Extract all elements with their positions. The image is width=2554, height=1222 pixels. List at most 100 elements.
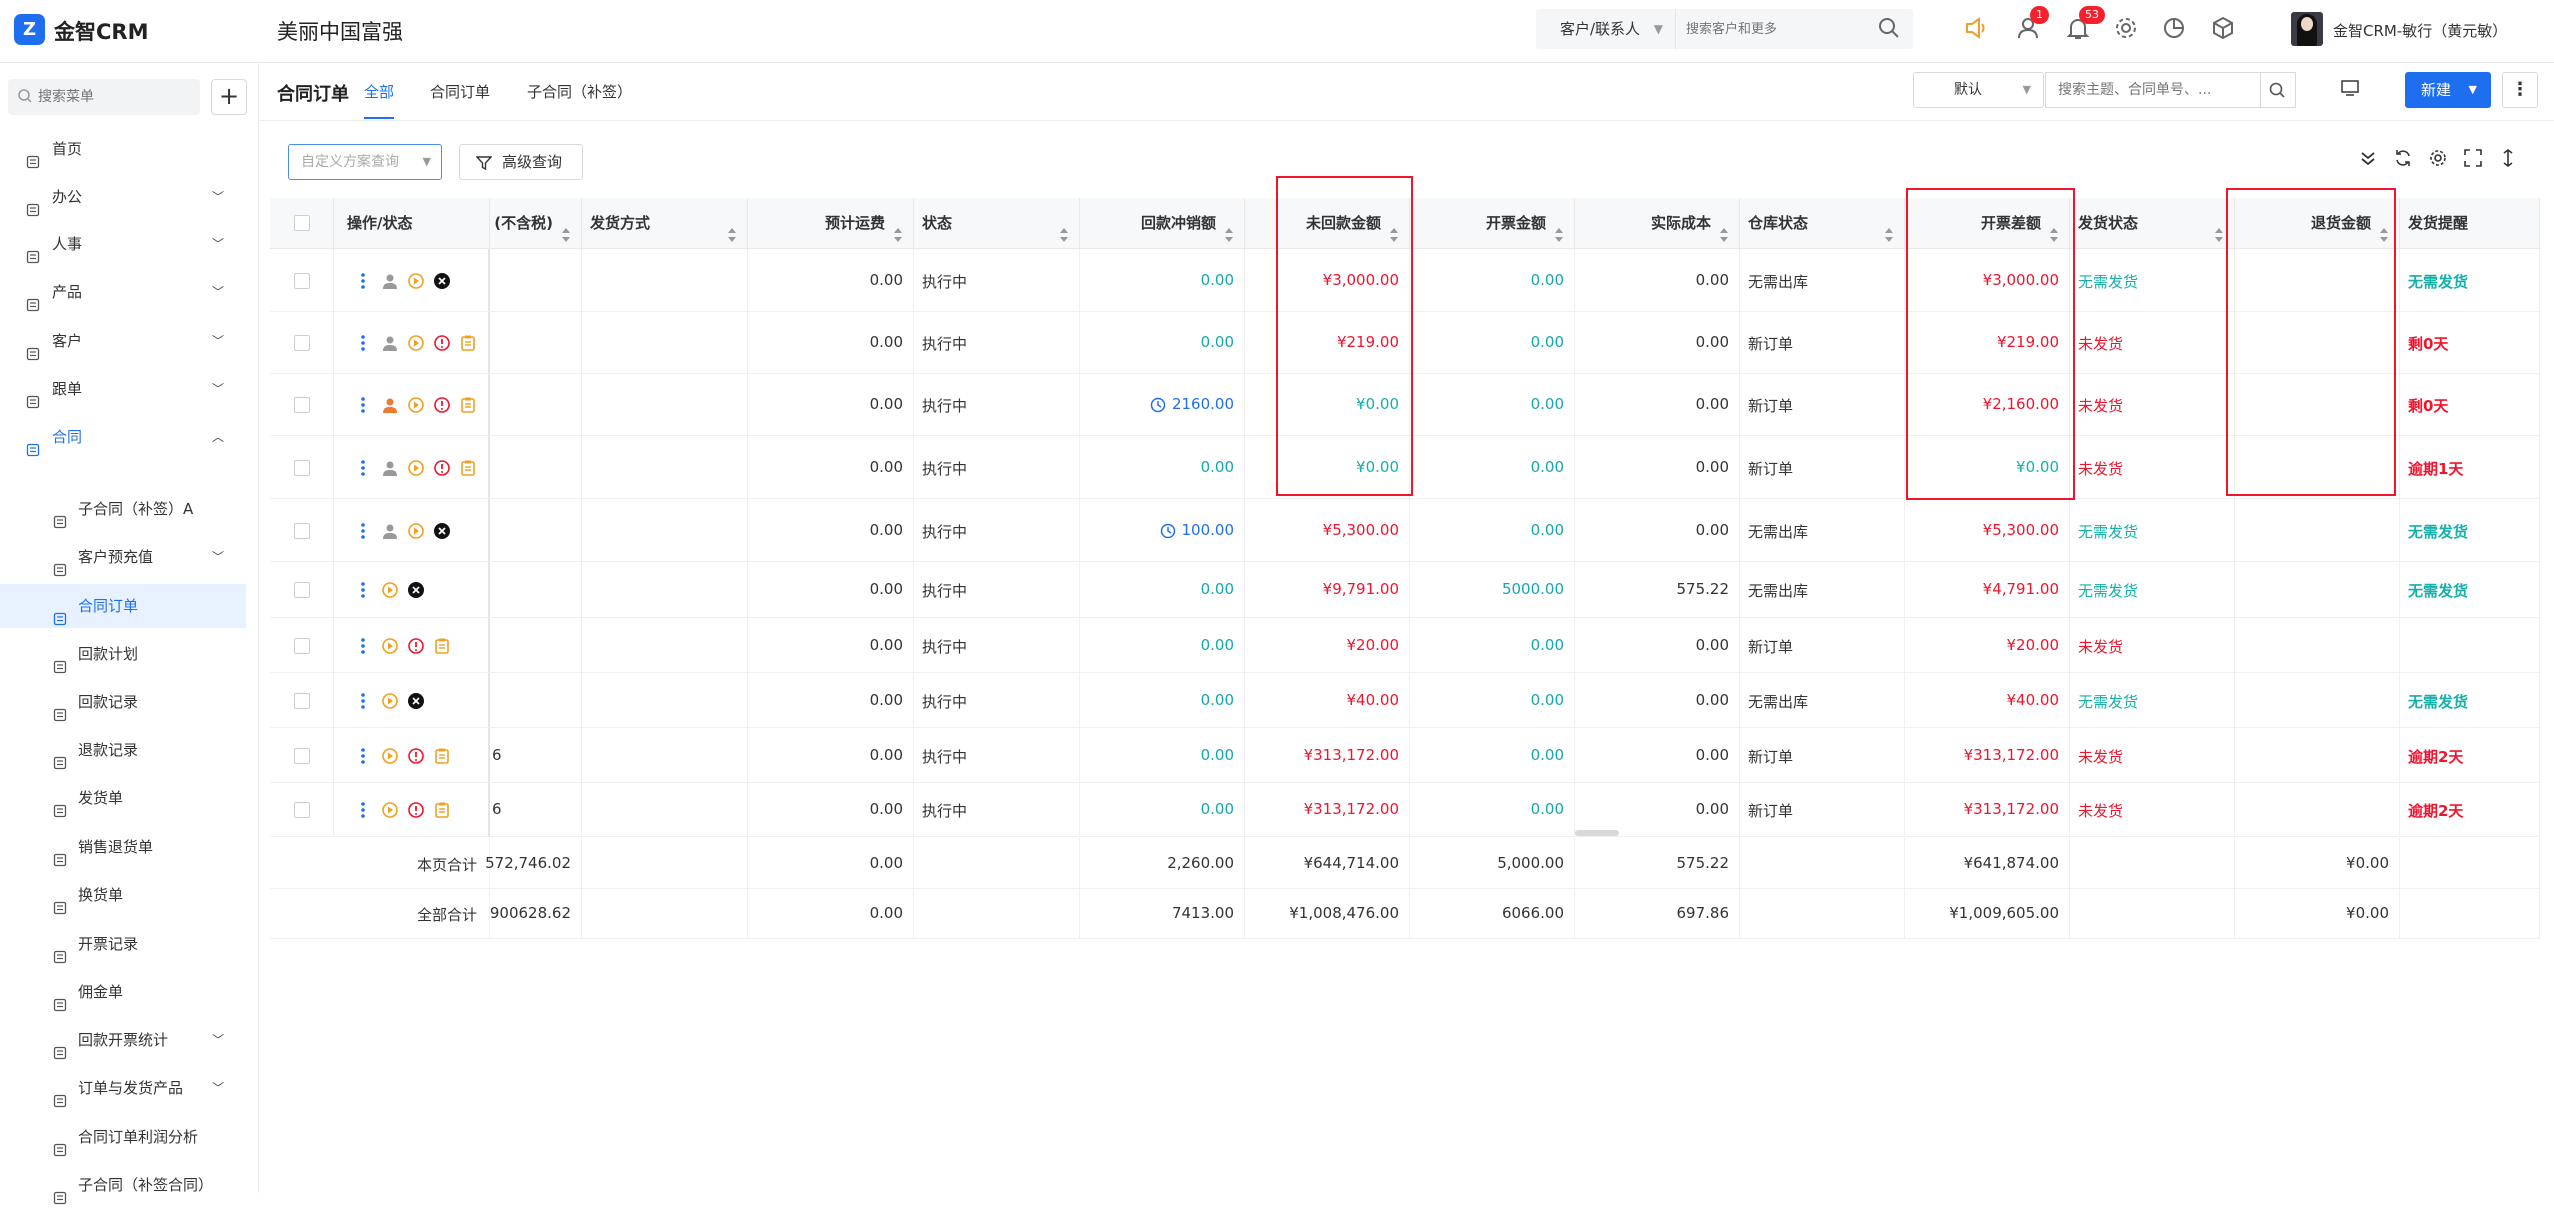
tab-sub-contract[interactable]: 子合同（补签） (527, 81, 632, 102)
column-header-7[interactable]: 未回款金额 (1245, 198, 1410, 249)
fullscreen-icon[interactable] (2463, 148, 2485, 170)
sidebar-item-4[interactable]: 客户 ﹀ (0, 319, 246, 363)
sort-icon[interactable] (1719, 214, 1729, 242)
search-scope-select[interactable]: 客户/联系人 ▼ (1536, 9, 1676, 49)
column-header-8[interactable]: 开票金额 (1410, 198, 1575, 249)
sidebar-item-11[interactable]: 回款记录 (0, 680, 246, 724)
sidebar-item-8[interactable]: 客户预充值 ﹀ (0, 535, 246, 579)
row-checkbox[interactable] (294, 747, 310, 764)
column-header-13[interactable]: 退货金额 (2235, 198, 2400, 249)
tab-contract-order[interactable]: 合同订单 (430, 81, 490, 102)
row-checkbox[interactable] (294, 692, 310, 709)
column-header-3[interactable]: 发货方式 (582, 198, 748, 249)
column-header-2[interactable]: (不含税) (490, 198, 582, 249)
sort-icon[interactable] (1389, 214, 1399, 242)
column-header-4[interactable]: 预计运费 (748, 198, 914, 249)
list-search-input[interactable] (2045, 72, 2261, 108)
view-select[interactable]: 默认 ▼ (1913, 72, 2044, 108)
column-header-9[interactable]: 实际成本 (1575, 198, 1740, 249)
collapse-icon[interactable] (2358, 148, 2380, 170)
scheme-select[interactable]: 自定义方案查询 ▼ (288, 144, 442, 180)
sidebar-item-18[interactable]: 回款开票统计 ﹀ (0, 1018, 246, 1062)
row-checkbox[interactable] (294, 459, 310, 476)
chevron-down-icon[interactable]: ﹀ (212, 270, 224, 314)
sort-icon[interactable] (1224, 214, 1234, 242)
sidebar-item-21[interactable]: 子合同（补签合同） (0, 1163, 246, 1207)
chevron-down-icon[interactable]: ﹀ (212, 535, 224, 579)
gear-icon[interactable] (2113, 15, 2141, 43)
sidebar-item-12[interactable]: 退款记录 (0, 728, 246, 772)
sidebar-item-14[interactable]: 销售退货单 (0, 825, 246, 869)
sidebar-item-2[interactable]: 人事 ﹀ (0, 222, 246, 266)
horizontal-scroll-handle[interactable] (1575, 830, 1619, 836)
sort-icon[interactable] (1554, 214, 1564, 242)
row-checkbox[interactable] (294, 522, 310, 539)
search-icon[interactable] (1878, 17, 1904, 43)
cell-value: 执行中 (922, 582, 968, 600)
row-checkbox[interactable] (294, 802, 310, 818)
sidebar-item-7[interactable]: 子合同（补签）A (0, 487, 246, 531)
row-checkbox[interactable] (294, 272, 310, 289)
menu-search-input[interactable] (38, 86, 188, 108)
sort-icon[interactable] (1059, 214, 1069, 242)
select-all-checkbox[interactable] (294, 215, 310, 231)
sidebar-item-5[interactable]: 跟单 ﹀ (0, 367, 246, 411)
monitor-icon[interactable] (2340, 78, 2362, 100)
pie-chart-icon[interactable] (2161, 15, 2189, 43)
sidebar-item-17[interactable]: 佣金单 (0, 970, 246, 1014)
column-header-12[interactable]: 发货状态 (2070, 198, 2235, 249)
user-name[interactable]: 金智CRM-敏行（黄元敏） (2333, 20, 2507, 41)
more-vertical-icon[interactable]: ⋮ (2502, 72, 2538, 108)
refresh-icon[interactable] (2393, 148, 2415, 170)
bell-icon[interactable]: 53 (2065, 6, 2105, 43)
advanced-search-button[interactable]: 高级查询 (459, 144, 583, 180)
sidebar-item-19[interactable]: 订单与发货产品 ﹀ (0, 1066, 246, 1110)
search-button[interactable] (2260, 72, 2296, 108)
row-checkbox[interactable] (294, 397, 310, 413)
new-button[interactable]: 新建 ▼ (2405, 72, 2491, 108)
row-checkbox[interactable] (294, 335, 310, 351)
column-header-5[interactable]: 状态 (914, 198, 1080, 249)
chevron-down-icon[interactable]: ﹀ (212, 319, 224, 363)
chevron-up-icon[interactable]: ︿ (212, 415, 224, 459)
sidebar-item-20[interactable]: 合同订单利润分析 (0, 1115, 246, 1159)
cube-icon[interactable] (2210, 15, 2238, 43)
app-name[interactable]: 金智CRM (54, 16, 148, 46)
row-checkbox[interactable] (294, 637, 310, 654)
sidebar-item-1[interactable]: 办公 ﹀ (0, 175, 246, 219)
settings-icon[interactable] (2428, 148, 2450, 170)
sidebar-item-6[interactable]: 合同 ︿ (0, 415, 246, 459)
row-checkbox[interactable] (294, 582, 310, 598)
chevron-down-icon[interactable]: ﹀ (212, 222, 224, 266)
column-header-10[interactable]: 仓库状态 (1740, 198, 1905, 249)
chevron-down-icon[interactable]: ﹀ (212, 1066, 224, 1110)
sort-icon[interactable] (727, 214, 737, 242)
sort-icon[interactable] (2049, 214, 2059, 242)
chevron-down-icon[interactable]: ﹀ (212, 1018, 224, 1062)
sort-icon[interactable] (1884, 214, 1894, 242)
sidebar-item-0[interactable]: 首页 (0, 127, 246, 171)
sidebar-item-16[interactable]: 开票记录 (0, 922, 246, 966)
sidebar-item-3[interactable]: 产品 ﹀ (0, 270, 246, 314)
z-logo-icon[interactable]: Z (14, 14, 45, 45)
todo-user-icon[interactable]: 1 (2016, 6, 2049, 43)
global-search-input[interactable] (1686, 17, 1866, 41)
speaker-icon[interactable] (1963, 15, 1991, 43)
sort-icon[interactable] (893, 214, 903, 242)
sort-icon[interactable] (561, 214, 571, 242)
sidebar-item-13[interactable]: 发货单 (0, 776, 246, 820)
column-header-6[interactable]: 回款冲销额 (1080, 198, 1245, 249)
sidebar-item-9[interactable]: 合同订单 (0, 584, 246, 628)
chevron-down-icon[interactable]: ﹀ (212, 175, 224, 219)
tab-all[interactable]: 全部 (364, 81, 395, 119)
avatar[interactable] (2291, 12, 2323, 46)
row-height-icon[interactable] (2498, 148, 2520, 170)
sort-icon[interactable] (2379, 214, 2389, 242)
column-header-11[interactable]: 开票差额 (1905, 198, 2070, 249)
sort-icon[interactable] (2214, 214, 2224, 242)
sidebar-item-10[interactable]: 回款计划 (0, 632, 246, 676)
chevron-down-icon[interactable]: ﹀ (212, 367, 224, 411)
sidebar-item-15[interactable]: 换货单 (0, 873, 246, 917)
add-menu-button[interactable]: + (211, 79, 247, 115)
cell-value: 0.00 (1200, 270, 1234, 289)
